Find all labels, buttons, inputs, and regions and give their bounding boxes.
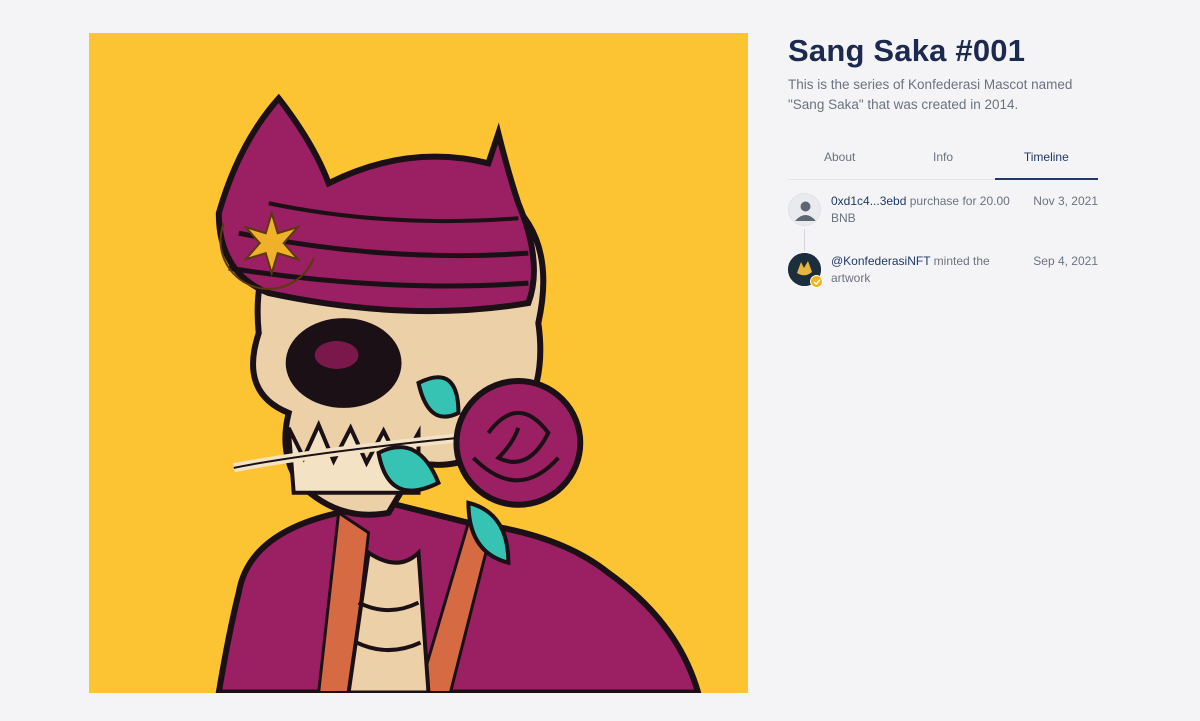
page: Sang Saka #001 This is the series of Kon… [0,0,1200,721]
verified-badge-icon [810,275,823,288]
timeline-list: 0xd1c4...3ebd purchase for 20.00 BNB Nov… [788,193,1098,288]
timeline-actor-link[interactable]: @KonfederasiNFT [831,254,930,268]
tab-timeline[interactable]: Timeline [994,139,1098,180]
timeline-connector [804,229,805,251]
user-icon[interactable] [788,193,821,226]
artwork-image [89,33,748,693]
tab-info[interactable]: Info [891,139,994,179]
page-title: Sang Saka #001 [788,33,1026,68]
timeline-item: @KonfederasiNFT minted the artwork Sep 4… [788,253,1098,288]
tab-about[interactable]: About [788,139,891,179]
timeline-date: Nov 3, 2021 [1033,194,1098,208]
konfederasi-logo-icon[interactable] [788,253,823,288]
timeline-item-text: @KonfederasiNFT minted the artwork [831,253,1021,287]
timeline-date: Sep 4, 2021 [1033,254,1098,268]
tab-bar: About Info Timeline [788,139,1098,180]
artwork-description: This is the series of Konfederasi Mascot… [788,77,1073,112]
timeline-item-text: 0xd1c4...3ebd purchase for 20.00 BNB [831,193,1021,227]
details-panel: Sang Saka #001 This is the series of Kon… [788,33,1098,313]
timeline-item: 0xd1c4...3ebd purchase for 20.00 BNB Nov… [788,193,1098,227]
timeline-actor-link[interactable]: 0xd1c4...3ebd [831,194,906,208]
